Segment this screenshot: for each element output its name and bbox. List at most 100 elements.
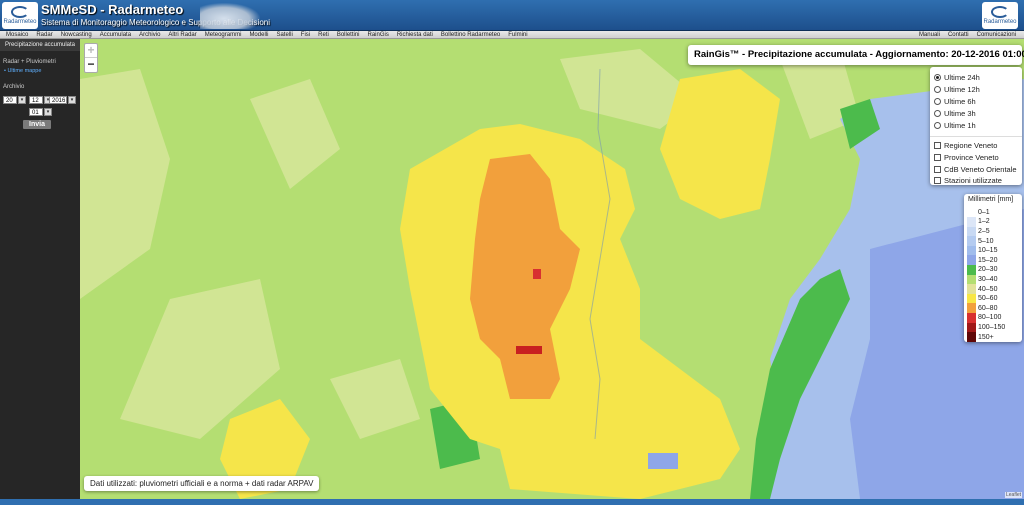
menu-item[interactable]: Contatti (944, 31, 973, 39)
logo-swirl-icon (991, 6, 1009, 18)
menu-item[interactable]: Manuali (915, 31, 944, 39)
overlay-label: Regione Veneto (944, 140, 998, 150)
legend-swatch (967, 217, 976, 227)
app-window: Radarmeteo SMMeSD - Radarmeteo Sistema d… (0, 0, 1024, 505)
menu-item[interactable]: Reti (314, 31, 333, 39)
menu-item[interactable]: Accumulata (96, 31, 135, 39)
legend-label: 20–30 (978, 266, 998, 274)
period-options-panel: Ultime 24h Ultime 12h Ultime 6h Ultime 3… (930, 67, 1022, 185)
period-option-24h[interactable]: Ultime 24h (934, 71, 980, 83)
checkbox-icon[interactable] (934, 141, 941, 149)
legend-label: 60–80 (978, 304, 998, 312)
radarmeteo-logo[interactable]: Radarmeteo (2, 2, 38, 29)
map-view[interactable]: + − RainGis™ - Precipitazione accumulata… (80, 39, 1024, 499)
radio-icon[interactable] (934, 121, 941, 129)
period-option-6h[interactable]: Ultime 6h (934, 95, 976, 107)
logo-text: Radarmeteo (3, 19, 37, 25)
precipitation-map (80, 39, 1024, 499)
legend-label: 1–2 (978, 218, 990, 226)
menu-item[interactable]: RainGis (364, 31, 393, 39)
cloud-decoration (200, 3, 260, 29)
submit-button[interactable]: Invia (23, 120, 51, 129)
radarmeteo-logo-right[interactable]: Radarmeteo (982, 2, 1018, 29)
year-arrow-icon[interactable]: ▾ (68, 96, 76, 104)
legend-label: 15–20 (978, 256, 998, 264)
legend-swatch (967, 293, 976, 304)
overlay-option-stazioni[interactable]: Stazioni utilizzate (934, 175, 1002, 185)
zone-blue-patch (648, 453, 678, 469)
menu-item[interactable]: Richiesta dati (393, 31, 437, 39)
period-label: Ultime 24h (944, 72, 980, 82)
period-label: Ultime 1h (944, 120, 976, 130)
menu-item[interactable]: Archivio (135, 31, 164, 39)
menu-item[interactable]: Fisi (297, 31, 314, 39)
legend-swatch (967, 236, 976, 246)
menu-item[interactable]: Modelli (245, 31, 272, 39)
radio-icon[interactable] (934, 97, 941, 105)
ultime-mappe-link[interactable]: • Ultime mappe (4, 68, 41, 74)
menu-item[interactable]: Comunicazioni (973, 31, 1020, 39)
legend-swatch (967, 265, 976, 275)
main-menu: Mosaico Radar Nowcasting Accumulata Archivio… (0, 31, 1024, 39)
menu-item[interactable]: Radar (32, 31, 56, 39)
hour-arrow-icon[interactable]: ▾ (44, 108, 52, 116)
map-attribution[interactable]: Leaflet (1004, 492, 1022, 498)
hour-select[interactable]: 01 (29, 108, 43, 116)
overlay-option-regione[interactable]: Regione Veneto (934, 139, 997, 151)
menu-item[interactable]: Bollettino Radarmeteo (437, 31, 504, 39)
overlay-option-cdb[interactable]: CdB Veneto Orientale (934, 163, 1017, 175)
legend-swatch (967, 255, 976, 266)
legend-label: 100–150 (978, 323, 1006, 331)
legend-swatch (967, 313, 976, 323)
menu-item[interactable]: Nowcasting (57, 31, 96, 39)
legend-row: 150+ (967, 332, 994, 343)
radio-icon[interactable] (934, 85, 941, 93)
divider (930, 136, 1022, 137)
year-select[interactable]: 2016 (49, 96, 67, 104)
legend-swatch (967, 245, 976, 256)
menu-left-group: Mosaico Radar Nowcasting Accumulata Archivio… (2, 31, 532, 39)
legend-swatch (967, 284, 976, 294)
period-label: Ultime 12h (944, 84, 980, 94)
day-select[interactable]: 20 (3, 96, 17, 104)
legend-swatch (967, 274, 976, 285)
legend-label: 80–100 (978, 314, 1002, 322)
period-option-1h[interactable]: Ultime 1h (934, 119, 976, 131)
legend-label: 2–5 (978, 227, 990, 235)
legend-label: 5–10 (978, 237, 994, 245)
legend-swatch (967, 207, 976, 218)
tab-precipitazione-accumulata[interactable]: Precipitazione accumulata (0, 39, 80, 51)
period-label: Ultime 6h (944, 96, 976, 106)
checkbox-icon[interactable] (934, 165, 941, 173)
legend-label: 50–60 (978, 295, 998, 303)
legend-swatch (967, 303, 976, 314)
month-select[interactable]: 12 (29, 96, 43, 104)
overlay-label: Province Veneto (944, 152, 999, 162)
menu-item[interactable]: Satelli (272, 31, 296, 39)
day-arrow-icon[interactable]: ▾ (18, 96, 26, 104)
bottom-bar (0, 499, 1024, 505)
zoom-out-button[interactable]: − (85, 58, 97, 72)
period-option-3h[interactable]: Ultime 3h (934, 107, 976, 119)
legend-label: 0–1 (978, 208, 990, 216)
menu-item[interactable]: Bollettini (333, 31, 364, 39)
legend-swatch (967, 226, 976, 237)
precipitation-legend: Millimetri [mm] 0–1 1–2 2–5 5–10 10–15 15–20 2… (964, 194, 1022, 342)
overlay-label: Stazioni utilizzate (944, 175, 1002, 185)
radio-icon[interactable] (934, 109, 941, 117)
checkbox-icon[interactable] (934, 153, 941, 161)
menu-item[interactable]: Meteogrammi (201, 31, 246, 39)
overlay-option-province[interactable]: Province Veneto (934, 151, 999, 163)
zoom-in-button[interactable]: + (85, 44, 97, 58)
period-option-12h[interactable]: Ultime 12h (934, 83, 980, 95)
legend-label: 150+ (978, 333, 994, 341)
overlay-label: CdB Veneto Orientale (944, 164, 1017, 174)
checkbox-icon[interactable] (934, 176, 941, 184)
cell-80-100-a (533, 269, 541, 279)
menu-item[interactable]: Altri Radar (164, 31, 200, 39)
menu-item[interactable]: Fulmini (504, 31, 531, 39)
header-bar: Radarmeteo SMMeSD - Radarmeteo Sistema d… (0, 0, 1024, 31)
zoom-control: + − (84, 43, 98, 73)
menu-item[interactable]: Mosaico (2, 31, 32, 39)
radio-checked-icon[interactable] (934, 73, 941, 81)
